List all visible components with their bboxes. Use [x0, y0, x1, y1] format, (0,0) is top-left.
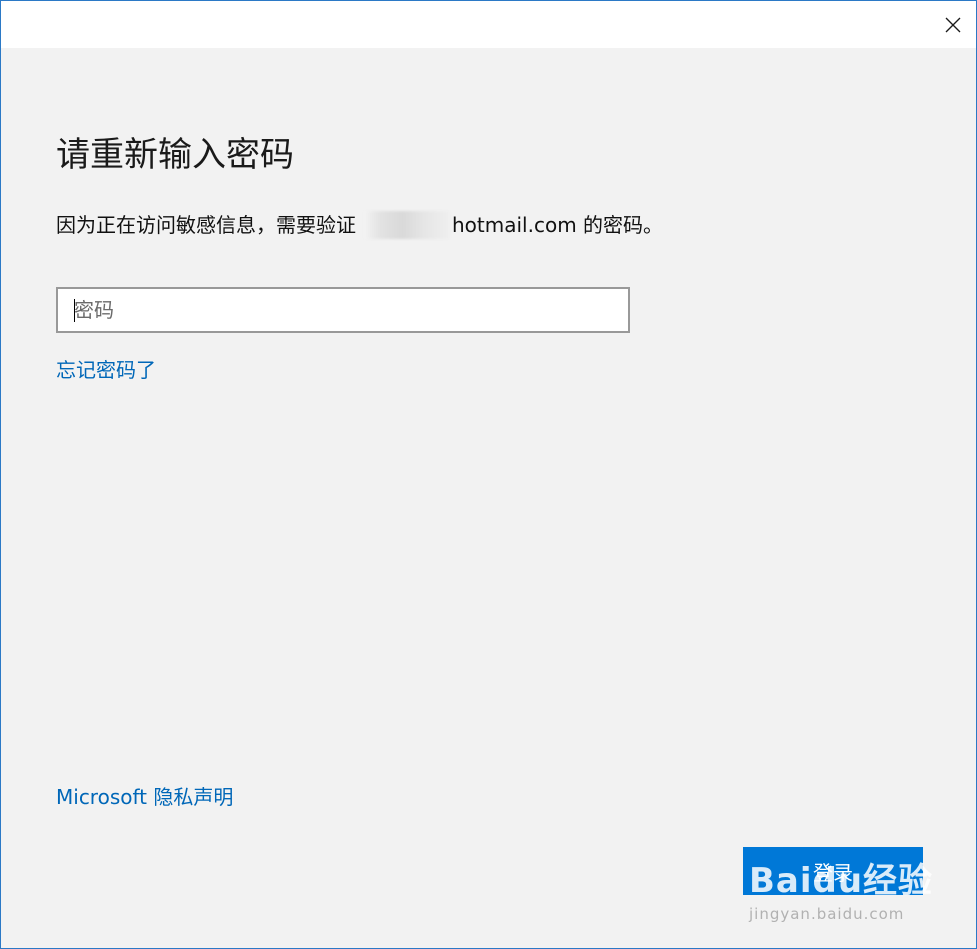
password-field[interactable]: [56, 287, 630, 333]
verification-description: 因为正在访问敏感信息，需要验证 hotmail.com 的密码。: [56, 210, 663, 240]
description-prefix: 因为正在访问敏感信息，需要验证: [56, 213, 356, 237]
description-email-suffix: hotmail.com 的密码。: [452, 213, 664, 237]
redacted-email: [364, 211, 450, 239]
forgot-password-link[interactable]: 忘记密码了: [56, 355, 156, 385]
page-title: 请重新输入密码: [56, 135, 294, 175]
close-button[interactable]: [930, 1, 976, 48]
privacy-statement-link[interactable]: Microsoft 隐私声明: [56, 782, 233, 812]
password-input[interactable]: [58, 289, 628, 331]
close-icon: [945, 17, 961, 32]
title-bar: [1, 1, 976, 48]
text-caret: [74, 299, 75, 322]
sign-in-button[interactable]: 登录: [743, 847, 923, 895]
reauth-dialog: 请重新输入密码 因为正在访问敏感信息，需要验证 hotmail.com 的密码。…: [0, 0, 977, 949]
watermark-url: jingyan.baidu.com: [749, 905, 905, 923]
